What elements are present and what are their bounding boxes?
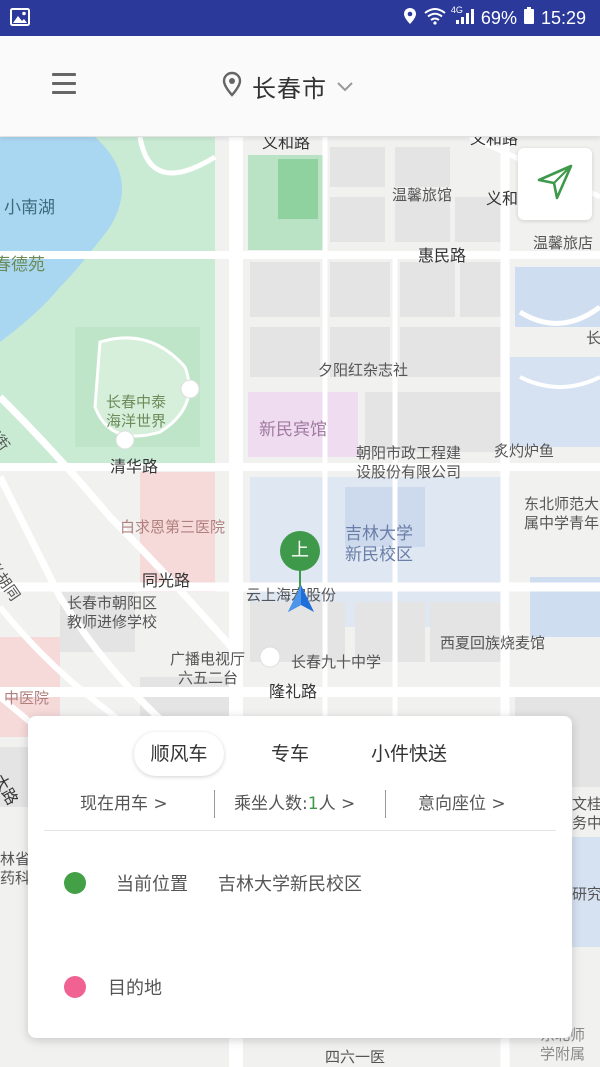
passenger-count-suffix: 人 >: [318, 794, 356, 814]
ride-booking-card: 顺风车 专车 小件快送 现在用车 > 乘坐人数:1人 > 意向座位 > 当前位置…: [28, 716, 572, 1038]
network-type-label: 4G: [450, 4, 463, 15]
map-label: 炙灼炉鱼: [494, 442, 555, 460]
map-label: 六五二台: [178, 669, 239, 687]
map-label: 四六一医: [325, 1048, 386, 1066]
map-label: 白求恩第三医院: [120, 518, 226, 536]
map-label: 学附属: [540, 1045, 586, 1063]
chevron-down-icon: [337, 77, 353, 96]
location-pin-icon: [222, 71, 242, 101]
map-label: 林省: [0, 850, 31, 868]
tab-parcel-delivery[interactable]: 小件快送: [358, 732, 460, 776]
menu-icon[interactable]: [52, 73, 78, 97]
map-label: 东北师范大: [524, 495, 600, 513]
map-label: 属中学青年: [524, 514, 600, 532]
map-label: 文桂: [572, 795, 600, 813]
map-label: 义和路: [470, 137, 519, 148]
map-label: 新民宾馆: [259, 420, 327, 440]
map-label: 务中: [572, 814, 600, 832]
map-label: 温馨旅店: [533, 234, 594, 252]
map-label: 清华路: [110, 457, 159, 476]
origin-value: 吉林大学新民校区: [218, 874, 362, 895]
clock: 15:29: [540, 7, 586, 28]
passenger-count-option[interactable]: 乘坐人数:1人 >: [234, 788, 355, 820]
map-label: 温馨旅馆: [392, 186, 453, 204]
map-label: 长春市朝阳区: [67, 594, 158, 612]
gallery-icon: [10, 8, 30, 30]
map-label: 小南湖: [4, 198, 55, 218]
passenger-count-value: 1: [307, 794, 319, 814]
passenger-count-label: 乘坐人数:: [234, 794, 308, 814]
map-label: 惠民路: [418, 246, 467, 265]
pickup-pin-label: 上: [280, 531, 320, 571]
map-label: 夕阳红杂志社: [318, 361, 409, 379]
map-label: 西夏回族烧麦馆: [440, 634, 546, 652]
ride-options: 现在用车 > 乘坐人数:1人 > 意向座位 >: [28, 788, 572, 820]
city-selector[interactable]: 长春市: [222, 66, 353, 106]
map-label: 海洋世界: [106, 412, 167, 430]
map-label: 朝阳市政工程建: [356, 444, 462, 462]
battery-icon: [523, 6, 535, 30]
origin-label: 当前位置: [116, 874, 188, 895]
destination-dot-icon: [64, 976, 86, 998]
map-label: 吉林大学: [345, 524, 413, 544]
seat-preference-option[interactable]: 意向座位 >: [418, 788, 506, 820]
service-tabs: 顺风车 专车 小件快送: [28, 732, 572, 776]
ride-time-option[interactable]: 现在用车 >: [80, 788, 168, 820]
app-header: 长春市: [0, 36, 600, 137]
pickup-pin[interactable]: 上: [280, 531, 320, 591]
map-label: 长春中泰: [106, 393, 167, 411]
map-label: 中医院: [4, 689, 50, 707]
map-label: 长德: [586, 329, 600, 347]
navigation-arrow-icon: [535, 162, 575, 206]
map-label: 春德苑: [0, 255, 45, 275]
origin-dot-icon: [64, 872, 86, 894]
map-label: 教师进修学校: [67, 613, 158, 631]
tab-carpool[interactable]: 顺风车: [134, 732, 224, 776]
map-label: 长春九十中学: [291, 653, 382, 671]
city-name: 长春市: [252, 74, 327, 103]
divider: [44, 830, 556, 831]
current-location-arrow-icon: [286, 584, 316, 618]
map-label: 广播电视厅: [170, 650, 246, 668]
battery-percent: 69%: [480, 7, 517, 28]
location-status-icon: [403, 7, 417, 30]
wifi-icon: [423, 7, 447, 30]
tab-private-car[interactable]: 专车: [250, 732, 330, 776]
map-label: 同光路: [142, 571, 191, 590]
map-label: 设股份有限公司: [356, 463, 462, 481]
status-bar: 4G 69% 15:29: [0, 0, 600, 36]
my-location-button[interactable]: [518, 148, 592, 220]
map-label: 研究: [572, 885, 600, 903]
destination-label: 目的地: [108, 978, 162, 999]
map-label: 义和路: [262, 137, 311, 152]
map-label: 新民校区: [345, 545, 413, 565]
map-label: 隆礼路: [269, 682, 318, 701]
signal-icon: 4G: [450, 4, 475, 30]
destination-row[interactable]: 目的地: [64, 972, 162, 1002]
origin-row[interactable]: 当前位置 吉林大学新民校区: [64, 868, 362, 898]
map-label: 义和: [486, 189, 519, 208]
